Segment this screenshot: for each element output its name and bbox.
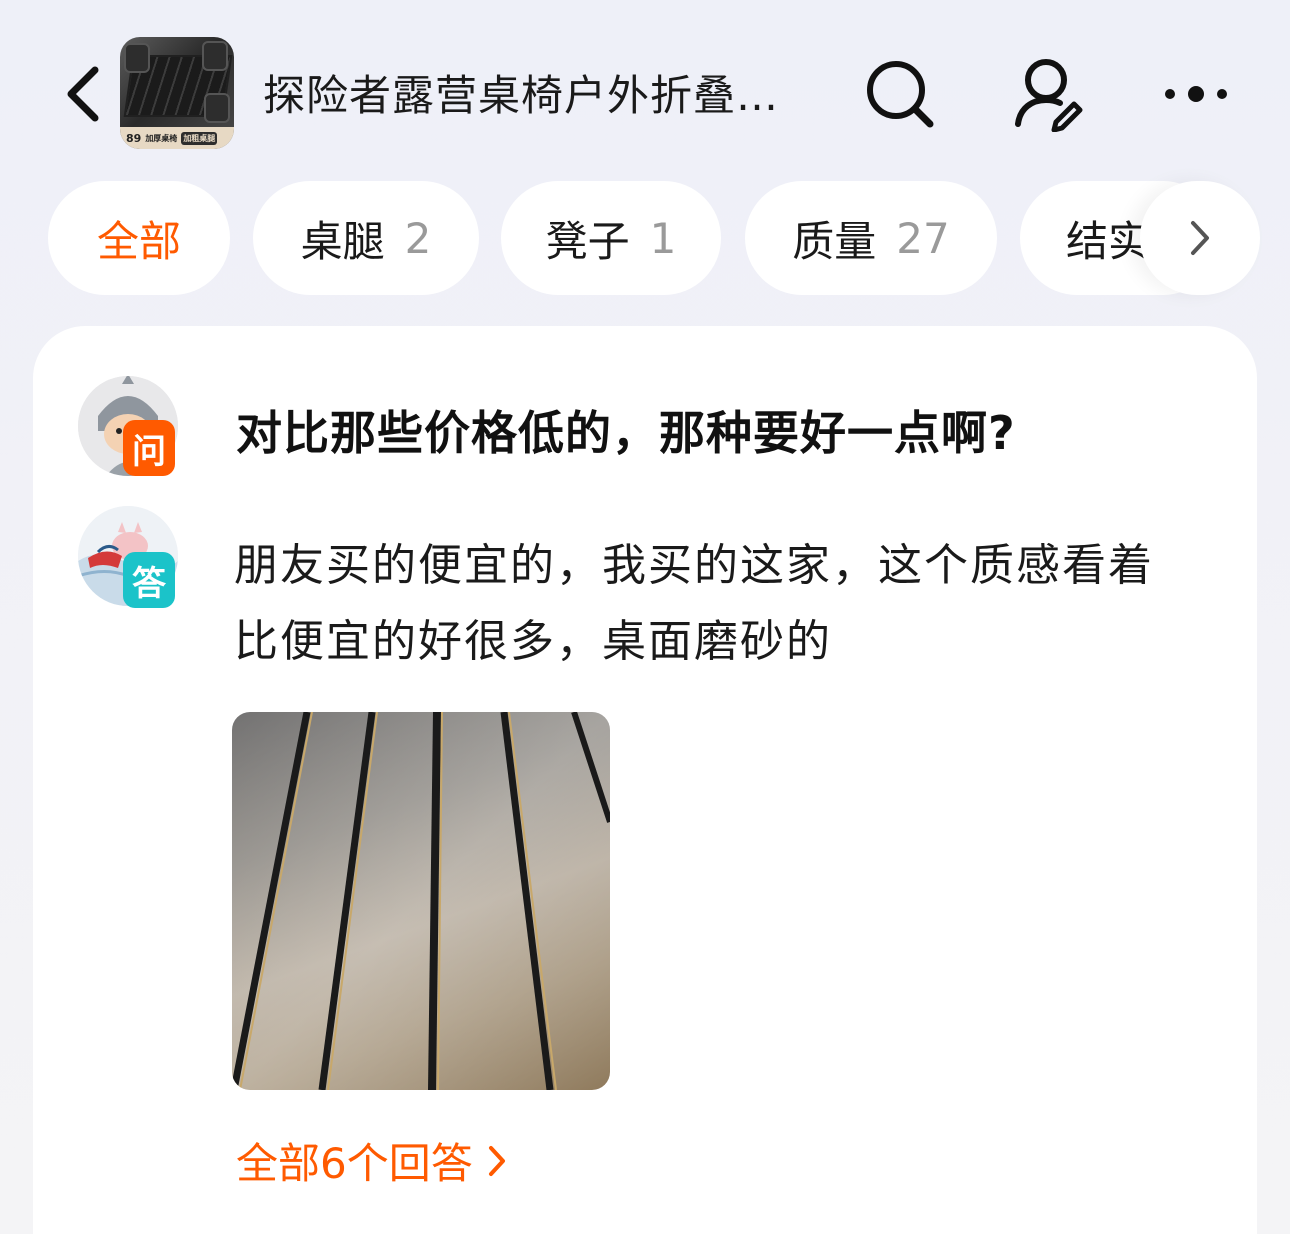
thumbnail-tag: 加厚桌椅 [145, 133, 178, 143]
search-button[interactable] [862, 56, 938, 132]
answer-text[interactable]: 朋友买的便宜的，我买的这家，这个质感看着比便宜的好很多，桌面磨砂的 [234, 528, 1194, 680]
chevron-left-icon [67, 66, 99, 122]
thumbnail-tag: 加粗桌腿 [181, 131, 218, 145]
tabs-more-button[interactable] [1140, 181, 1260, 295]
product-title[interactable]: 探险者露营桌椅户外折叠… [263, 68, 818, 124]
question-badge: 问 [123, 420, 175, 476]
tab-stool[interactable]: 凳子 1 [501, 181, 721, 295]
tab-all[interactable]: 全部 [48, 181, 230, 295]
more-dots-icon [1165, 86, 1227, 102]
tab-label: 结实 [1066, 216, 1151, 266]
tab-label: 全部 [96, 216, 181, 266]
back-button[interactable] [58, 62, 108, 126]
chevron-right-icon [487, 1136, 507, 1192]
all-answers-label: 全部6个回答 [236, 1139, 473, 1188]
user-edit-icon [1015, 59, 1083, 133]
tab-count: 2 [404, 213, 432, 263]
more-button[interactable] [1158, 56, 1234, 132]
tab-count: 27 [896, 213, 950, 263]
answer-photo[interactable] [232, 712, 610, 1090]
answer-badge: 答 [123, 552, 175, 608]
tab-count: 1 [649, 213, 677, 263]
tab-table-legs[interactable]: 桌腿 2 [253, 181, 479, 295]
top-nav-bar: 89 加厚桌椅 加粗桌腿 探险者露营桌椅户外折叠… [0, 0, 1290, 170]
chevron-right-icon [1191, 221, 1209, 255]
tab-label: 桌腿 [300, 216, 385, 266]
user-button[interactable] [1010, 56, 1086, 133]
thumbnail-price: 89 [126, 131, 142, 145]
tab-label: 凳子 [545, 216, 630, 266]
search-icon [867, 61, 934, 128]
question-text[interactable]: 对比那些价格低的，那种要好一点啊? [236, 398, 1226, 468]
table-surface-image [232, 712, 610, 1090]
tab-quality[interactable]: 质量 27 [745, 181, 997, 295]
product-thumbnail[interactable]: 89 加厚桌椅 加粗桌腿 [120, 37, 234, 149]
all-answers-link[interactable]: 全部6个回答 [236, 1136, 507, 1192]
tab-label: 质量 [792, 216, 877, 266]
